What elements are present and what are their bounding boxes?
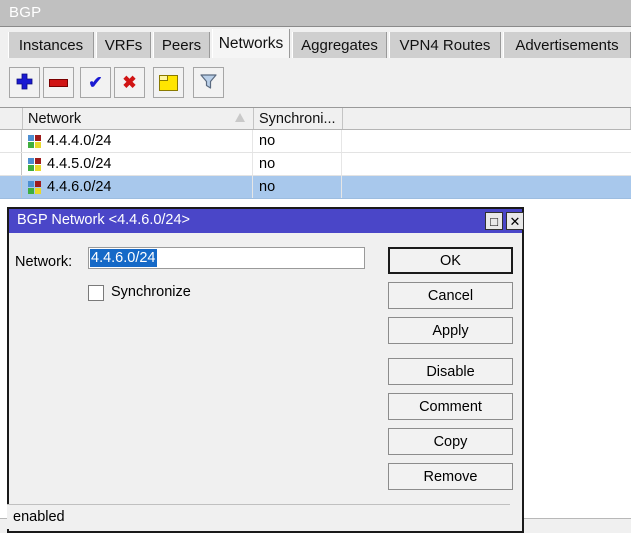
button-label: OK xyxy=(440,253,461,269)
add-button[interactable] xyxy=(9,67,40,98)
network-label: Network: xyxy=(15,254,72,270)
synchronize-checkbox[interactable] xyxy=(88,285,104,301)
dialog-status-bar: enabled xyxy=(7,504,510,529)
table-col-blank[interactable] xyxy=(343,108,631,129)
cell-network-text: 4.4.6.0/24 xyxy=(47,179,112,195)
copy-button[interactable]: Copy xyxy=(388,428,513,455)
button-label: Disable xyxy=(426,364,474,380)
apply-button[interactable]: Apply xyxy=(388,317,513,344)
cancel-button[interactable]: Cancel xyxy=(388,282,513,309)
close-glyph: ✕ xyxy=(510,215,521,228)
tab-aggregates[interactable]: Aggregates xyxy=(292,32,387,58)
check-icon: ✔ xyxy=(88,74,102,91)
tab-label: Aggregates xyxy=(301,37,378,54)
filter-button[interactable] xyxy=(193,67,224,98)
tab-vrfs[interactable]: VRFs xyxy=(96,32,151,58)
cross-icon: ✖ xyxy=(122,74,136,91)
dialog-title: BGP Network <4.4.6.0/24> xyxy=(17,212,190,228)
tab-label: VPN4 Routes xyxy=(400,37,491,54)
plus-icon xyxy=(15,72,34,94)
tab-label: Advertisements xyxy=(515,37,618,54)
table-col-synchronize[interactable]: Synchroni... xyxy=(254,108,343,129)
note-icon xyxy=(159,75,178,91)
cell-network-text: 4.4.5.0/24 xyxy=(47,156,112,172)
button-label: Remove xyxy=(424,469,478,485)
disable-button[interactable]: ✖ xyxy=(114,67,145,98)
cell-synchronize-text: no xyxy=(259,179,275,195)
row-gutter xyxy=(0,153,22,175)
cell-network: 4.4.4.0/24 xyxy=(23,130,253,152)
close-icon[interactable]: ✕ xyxy=(506,212,524,230)
cell-blank xyxy=(343,176,631,198)
sort-ascending-icon xyxy=(235,113,245,122)
row-gutter xyxy=(0,176,22,198)
network-blocks-icon xyxy=(28,158,41,171)
maximize-glyph: □ xyxy=(490,215,498,228)
table-row[interactable]: 4.4.6.0/24 no xyxy=(0,176,631,199)
network-input[interactable]: 4.4.6.0/24 xyxy=(88,247,365,269)
tab-peers[interactable]: Peers xyxy=(153,32,210,58)
main-window-title: BGP xyxy=(9,4,41,21)
tab-label: Networks xyxy=(219,35,284,53)
button-label: Cancel xyxy=(428,288,473,304)
minus-icon xyxy=(49,79,68,87)
button-label: Copy xyxy=(434,434,468,450)
cell-blank xyxy=(343,153,631,175)
button-label: Apply xyxy=(432,323,468,339)
filter-icon xyxy=(199,72,218,94)
note-fold xyxy=(160,76,168,81)
cell-synchronize: no xyxy=(254,130,342,152)
cell-blank xyxy=(343,130,631,152)
table-header-row: Network Synchroni... xyxy=(0,108,631,130)
disable-button[interactable]: Disable xyxy=(388,358,513,385)
row-gutter xyxy=(0,130,22,152)
tab-networks[interactable]: Networks xyxy=(212,29,290,58)
cell-synchronize-text: no xyxy=(259,156,275,172)
maximize-icon[interactable]: □ xyxy=(485,212,503,230)
tab-strip: Instances VRFs Peers Networks Aggregates VPN4… xyxy=(0,27,631,58)
column-header-label: Network xyxy=(28,111,81,127)
remove-button[interactable]: Remove xyxy=(388,463,513,490)
comment-button[interactable]: Comment xyxy=(388,393,513,420)
button-label: Comment xyxy=(419,399,482,415)
network-input-value: 4.4.6.0/24 xyxy=(90,249,157,267)
main-window-titlebar: BGP xyxy=(0,0,631,27)
tab-vpn4-routes[interactable]: VPN4 Routes xyxy=(389,32,501,58)
tab-label: Instances xyxy=(19,37,83,54)
network-blocks-icon xyxy=(28,181,41,194)
remove-button[interactable] xyxy=(43,67,74,98)
table-col-network[interactable]: Network xyxy=(23,108,254,129)
tab-label: Peers xyxy=(162,37,201,54)
column-header-label: Synchroni... xyxy=(259,111,336,127)
tab-advertisements[interactable]: Advertisements xyxy=(503,32,631,58)
table-row[interactable]: 4.4.5.0/24 no xyxy=(0,153,631,176)
ok-button[interactable]: OK xyxy=(388,247,513,274)
synchronize-label: Synchronize xyxy=(111,284,191,300)
toolbar: ✔✖ xyxy=(0,58,631,107)
dialog-status-text: enabled xyxy=(13,509,65,525)
dialog-titlebar: BGP Network <4.4.6.0/24> □ ✕ xyxy=(9,209,522,233)
cell-synchronize-text: no xyxy=(259,133,275,149)
table-col-gutter[interactable] xyxy=(0,108,23,129)
comment-button[interactable] xyxy=(153,67,184,98)
cell-synchronize: no xyxy=(254,176,342,198)
network-blocks-icon xyxy=(28,135,41,148)
table-row[interactable]: 4.4.4.0/24 no xyxy=(0,130,631,153)
cell-network: 4.4.6.0/24 xyxy=(23,176,253,198)
enable-button[interactable]: ✔ xyxy=(80,67,111,98)
tab-instances[interactable]: Instances xyxy=(8,32,94,58)
cell-synchronize: no xyxy=(254,153,342,175)
cell-network: 4.4.5.0/24 xyxy=(23,153,253,175)
cell-network-text: 4.4.4.0/24 xyxy=(47,133,112,149)
tab-label: VRFs xyxy=(105,37,143,54)
